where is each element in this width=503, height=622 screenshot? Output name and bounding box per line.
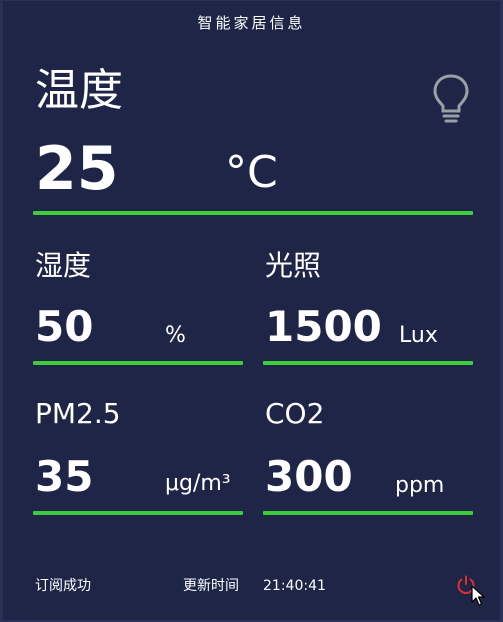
mouse-cursor-icon (471, 585, 485, 607)
smart-home-window: 智能家居信息 温度 25 °C 湿度 50 % 光照 1500 Lux PM2.… (0, 0, 503, 622)
pm25-unit: μg/m³ (165, 471, 231, 496)
lightbulb-icon[interactable] (431, 73, 471, 125)
co2-underline (263, 511, 473, 515)
co2-unit: ppm (395, 473, 445, 498)
window-title: 智能家居信息 (197, 14, 306, 32)
co2-label: CO2 (265, 397, 325, 430)
pm25-underline (33, 511, 243, 515)
light-label: 光照 (265, 249, 322, 282)
temperature-underline (33, 211, 473, 215)
update-time-label: 更新时间 (183, 578, 239, 594)
temperature-unit: °C (225, 147, 278, 198)
humidity-underline (33, 361, 243, 365)
temperature-value: 25 (35, 134, 119, 204)
subscription-status: 订阅成功 (35, 578, 91, 594)
light-underline (263, 361, 473, 365)
light-value: 1500 (265, 302, 382, 351)
humidity-value: 50 (35, 302, 94, 351)
update-time-value: 21:40:41 (263, 578, 326, 594)
humidity-label: 湿度 (35, 249, 92, 282)
humidity-unit: % (165, 323, 186, 348)
temperature-label: 温度 (35, 65, 123, 116)
co2-value: 300 (265, 452, 353, 501)
pm25-label: PM2.5 (35, 397, 121, 430)
light-unit: Lux (399, 323, 438, 348)
pm25-value: 35 (35, 452, 94, 501)
